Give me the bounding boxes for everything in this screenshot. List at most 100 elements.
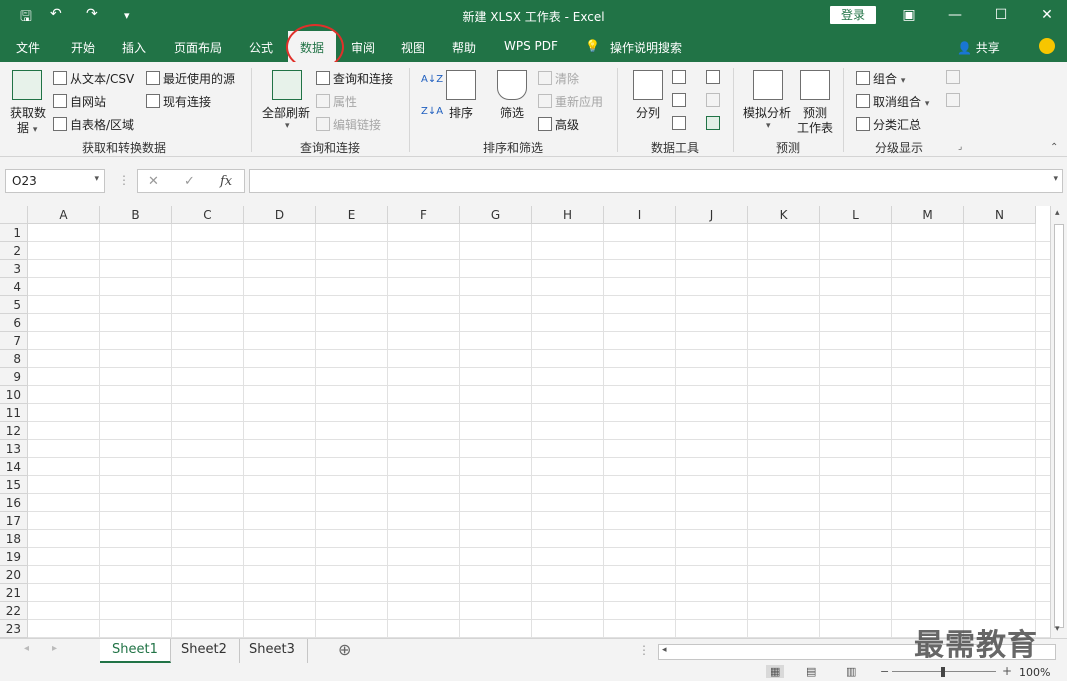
row-header[interactable]: 5 xyxy=(0,296,28,314)
page-break-view-icon[interactable]: ▥ xyxy=(846,665,856,678)
column-header[interactable]: I xyxy=(604,206,676,224)
cancel-icon[interactable]: ✕ xyxy=(148,174,159,189)
collapse-ribbon-icon[interactable]: ⌃ xyxy=(1050,142,1058,153)
refresh-all-button[interactable]: 全部刷新 xyxy=(262,104,310,121)
remove-duplicates-icon[interactable] xyxy=(672,93,686,107)
get-data-button-line2[interactable]: 据 ▾ xyxy=(17,119,37,136)
column-header[interactable]: M xyxy=(892,206,964,224)
what-if-analysis-button[interactable]: 模拟分析 xyxy=(743,104,791,121)
show-detail-icon[interactable] xyxy=(946,70,960,84)
filter-funnel-icon[interactable] xyxy=(497,70,527,100)
relationships-icon[interactable] xyxy=(706,93,720,107)
forecast-sheet-button-line2[interactable]: 工作表 xyxy=(797,119,833,136)
add-sheet-icon[interactable]: ⊕ xyxy=(338,640,351,659)
row-header[interactable]: 3 xyxy=(0,260,28,278)
scroll-left-icon[interactable]: ◂ xyxy=(662,645,667,655)
text-to-columns-button[interactable]: 分列 xyxy=(636,104,660,121)
data-model-icon[interactable] xyxy=(706,116,720,130)
sort-icon[interactable] xyxy=(446,70,476,100)
row-header[interactable]: 18 xyxy=(0,530,28,548)
clear-button[interactable]: 清除 xyxy=(538,70,579,87)
zoom-in-icon[interactable]: + xyxy=(1002,664,1012,678)
row-header[interactable]: 2 xyxy=(0,242,28,260)
tell-me-search[interactable]: 操作说明搜索 xyxy=(610,39,682,56)
zoom-level[interactable]: 100% xyxy=(1019,666,1050,679)
queries-connections-button[interactable]: 查询和连接 xyxy=(316,70,393,87)
next-sheet-icon[interactable]: ▸ xyxy=(52,643,57,654)
edit-links-button[interactable]: 编辑链接 xyxy=(316,116,381,133)
text-to-columns-icon[interactable] xyxy=(633,70,663,100)
from-text-csv-button[interactable]: 从文本/CSV xyxy=(53,70,134,87)
expand-formula-bar-icon[interactable]: ▾ xyxy=(1053,174,1058,184)
zoom-out-icon[interactable]: − xyxy=(880,665,889,678)
group-button[interactable]: 组合 ▾ xyxy=(856,70,905,87)
tab-insert[interactable]: 插入 xyxy=(122,39,146,56)
minimize-button[interactable]: — xyxy=(932,0,978,31)
zoom-slider-thumb[interactable] xyxy=(941,667,945,677)
flash-fill-icon[interactable] xyxy=(672,70,686,84)
row-header[interactable]: 16 xyxy=(0,494,28,512)
row-header[interactable]: 14 xyxy=(0,458,28,476)
subtotal-button[interactable]: 分类汇总 xyxy=(856,116,921,133)
row-header[interactable]: 4 xyxy=(0,278,28,296)
outline-dialog-launcher-icon[interactable]: ⌟ xyxy=(958,142,962,152)
scroll-up-icon[interactable]: ▴ xyxy=(1055,208,1060,218)
tab-wps-pdf[interactable]: WPS PDF xyxy=(504,39,558,53)
page-layout-view-icon[interactable]: ▤ xyxy=(806,665,816,678)
row-header[interactable]: 17 xyxy=(0,512,28,530)
recent-sources-button[interactable]: 最近使用的源 xyxy=(146,70,235,87)
enter-icon[interactable]: ✓ xyxy=(184,174,195,189)
properties-button[interactable]: 属性 xyxy=(316,93,357,110)
tab-view[interactable]: 视图 xyxy=(401,39,425,56)
advanced-filter-button[interactable]: 高级 xyxy=(538,116,579,133)
forecast-sheet-icon[interactable] xyxy=(800,70,830,100)
row-header[interactable]: 11 xyxy=(0,404,28,422)
sheet-tab-sheet2[interactable]: Sheet2 xyxy=(169,639,240,663)
existing-connections-button[interactable]: 现有连接 xyxy=(146,93,211,110)
row-header[interactable]: 9 xyxy=(0,368,28,386)
select-all-corner[interactable] xyxy=(0,206,28,224)
scroll-down-icon[interactable]: ▾ xyxy=(1055,624,1060,634)
ungroup-button[interactable]: 取消组合 ▾ xyxy=(856,93,929,110)
insert-function-icon[interactable]: fx xyxy=(220,174,232,189)
row-header[interactable]: 13 xyxy=(0,440,28,458)
tab-review[interactable]: 审阅 xyxy=(351,39,375,56)
row-header[interactable]: 22 xyxy=(0,602,28,620)
row-header[interactable]: 8 xyxy=(0,350,28,368)
tab-formulas[interactable]: 公式 xyxy=(249,39,273,56)
column-header[interactable]: C xyxy=(172,206,244,224)
row-header[interactable]: 12 xyxy=(0,422,28,440)
row-header[interactable]: 23 xyxy=(0,620,28,638)
name-box-dropdown-icon[interactable]: ▾ xyxy=(94,174,99,184)
row-header[interactable]: 15 xyxy=(0,476,28,494)
consolidate-icon[interactable] xyxy=(706,70,720,84)
row-header[interactable]: 10 xyxy=(0,386,28,404)
sheet-tab-sheet1[interactable]: Sheet1 xyxy=(100,639,171,663)
tab-page-layout[interactable]: 页面布局 xyxy=(174,39,222,56)
share-button[interactable]: 👤 共享 xyxy=(957,39,1000,56)
reapply-button[interactable]: 重新应用 xyxy=(538,93,603,110)
from-web-button[interactable]: 自网站 xyxy=(53,93,106,110)
column-header[interactable]: J xyxy=(676,206,748,224)
refresh-all-icon[interactable] xyxy=(272,70,302,100)
what-if-analysis-icon[interactable] xyxy=(753,70,783,100)
column-header[interactable]: G xyxy=(460,206,532,224)
column-header[interactable]: K xyxy=(748,206,820,224)
sort-ascending-icon[interactable]: A↓Z xyxy=(421,74,443,85)
vertical-scrollbar[interactable]: ▴ ▾ xyxy=(1050,206,1067,638)
split-grip-icon[interactable]: ⋮ xyxy=(638,643,650,657)
login-button[interactable]: 登录 xyxy=(830,6,876,24)
normal-view-icon[interactable]: ▦ xyxy=(766,665,785,678)
hide-detail-icon[interactable] xyxy=(946,93,960,107)
what-if-dropdown-icon[interactable]: ▾ xyxy=(766,121,771,131)
refresh-dropdown-icon[interactable]: ▾ xyxy=(285,121,290,131)
row-header[interactable]: 21 xyxy=(0,584,28,602)
column-header[interactable]: H xyxy=(532,206,604,224)
tab-file[interactable]: 文件 xyxy=(16,39,40,56)
column-header[interactable]: L xyxy=(820,206,892,224)
sort-button[interactable]: 排序 xyxy=(449,104,473,121)
vertical-scroll-thumb[interactable] xyxy=(1054,224,1064,628)
row-header[interactable]: 6 xyxy=(0,314,28,332)
column-header[interactable]: B xyxy=(100,206,172,224)
maximize-button[interactable]: ☐ xyxy=(978,0,1024,31)
